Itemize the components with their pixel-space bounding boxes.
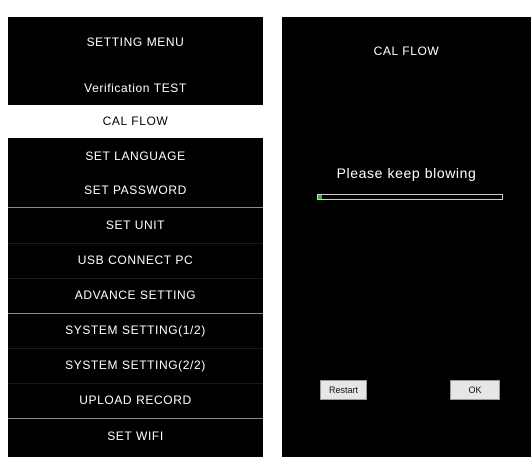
cal-flow-screen: CAL FLOW Please keep blowing Restart OK <box>282 17 531 457</box>
menu-item-upload-record[interactable]: UPLOAD RECORD <box>8 384 263 417</box>
cal-flow-title: CAL FLOW <box>373 44 440 58</box>
menu-item-set-language[interactable]: SET LANGUAGE <box>8 140 263 173</box>
menu-item-verification-test[interactable]: Verification TEST <box>8 72 263 105</box>
progress-fill <box>318 195 322 199</box>
restart-button[interactable]: Restart <box>320 380 367 400</box>
menu-divider <box>8 207 263 208</box>
menu-item-advance-setting[interactable]: ADVANCE SETTING <box>8 279 263 312</box>
setting-menu-screen: SETTING MENU Verification TEST CAL FLOW … <box>8 17 263 457</box>
ok-button[interactable]: OK <box>450 380 500 400</box>
menu-item-set-unit[interactable]: SET UNIT <box>8 209 263 242</box>
menu-title: SETTING MENU <box>86 35 185 49</box>
menu-item-usb-connect-pc[interactable]: USB CONNECT PC <box>8 244 263 277</box>
menu-item-system-setting-1[interactable]: SYSTEM SETTING(1/2) <box>8 314 263 347</box>
menu-item-system-setting-2[interactable]: SYSTEM SETTING(2/2) <box>8 349 263 382</box>
menu-divider <box>8 418 263 419</box>
menu-item-cal-flow[interactable]: CAL FLOW <box>8 105 263 138</box>
menu-item-set-wifi[interactable]: SET WIFI <box>8 420 263 453</box>
progress-bar <box>317 194 503 200</box>
menu-item-set-password[interactable]: SET PASSWORD <box>8 174 263 207</box>
status-message: Please keep blowing <box>336 165 477 181</box>
